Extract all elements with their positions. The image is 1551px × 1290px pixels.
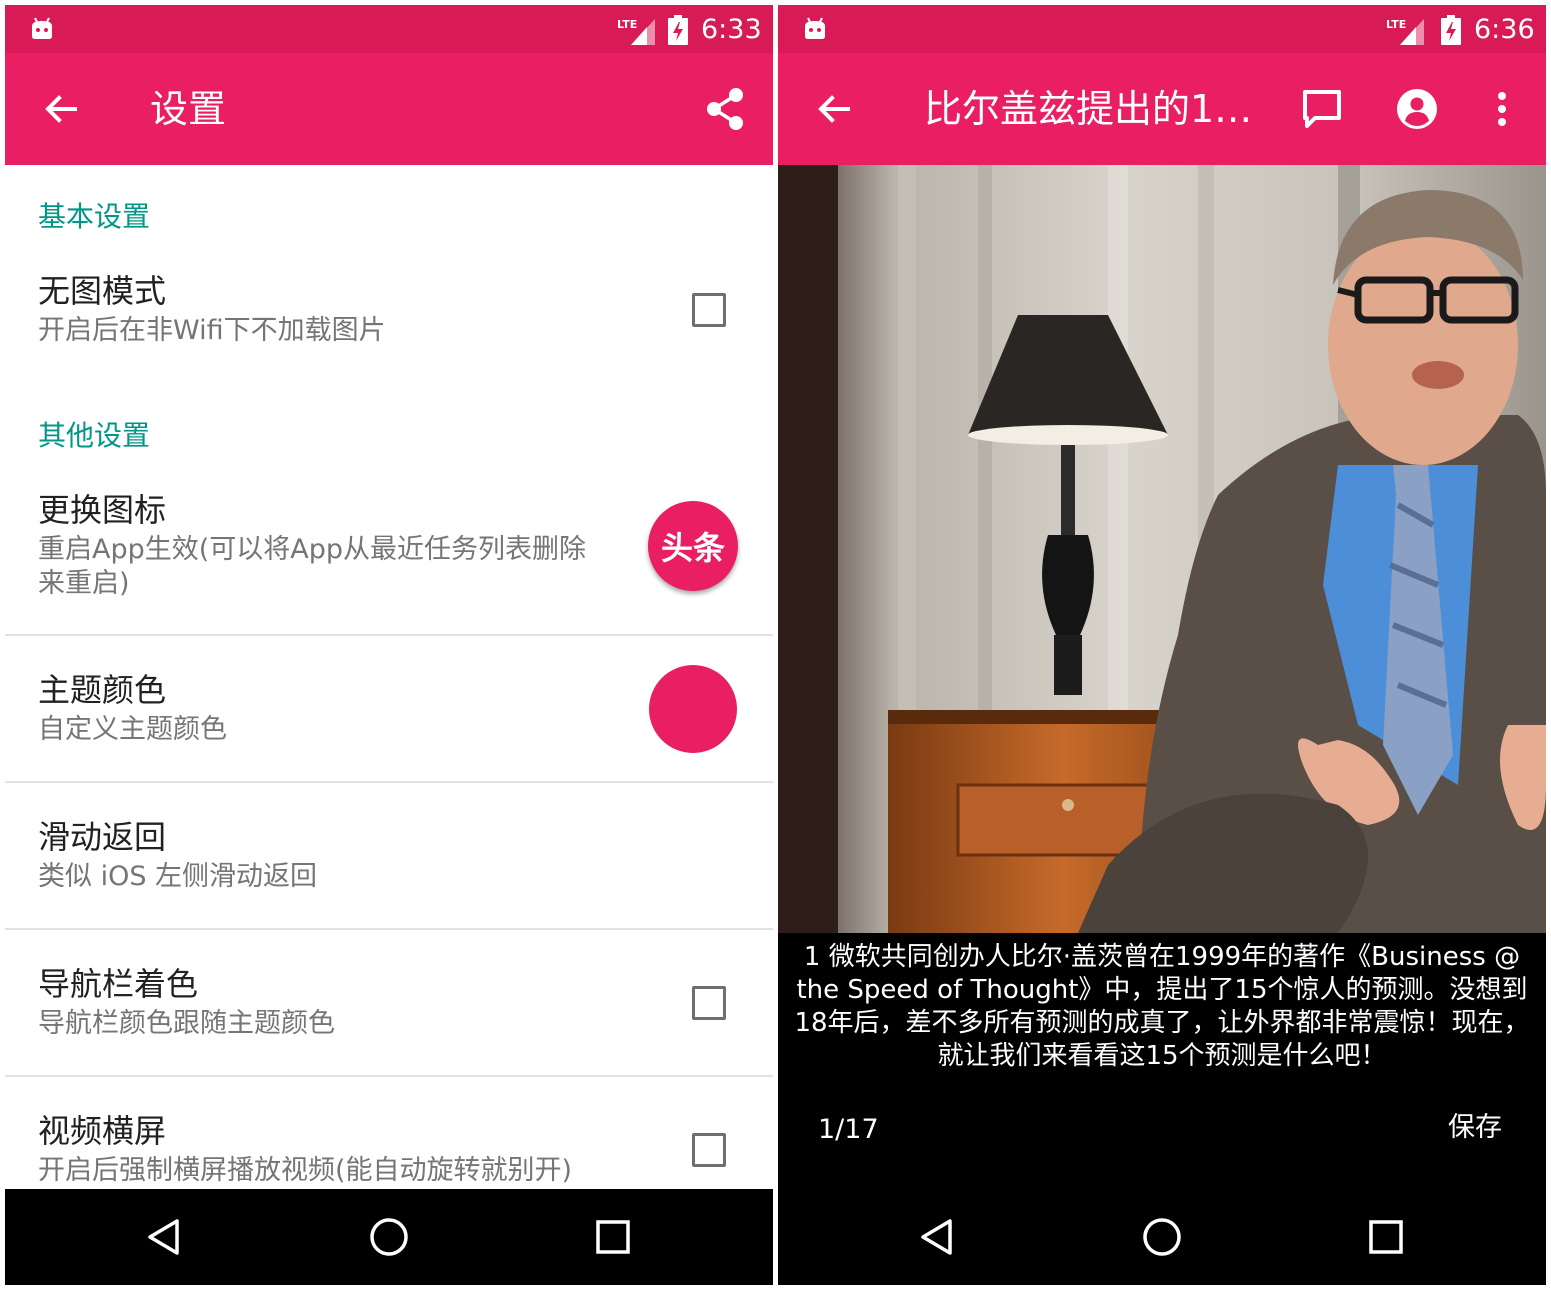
account-icon[interactable] bbox=[1393, 85, 1441, 133]
pref-summary: 类似 iOS 左侧滑动返回 bbox=[38, 861, 318, 892]
svg-text:LTE: LTE bbox=[617, 18, 637, 31]
recents-square-icon[interactable] bbox=[589, 1213, 637, 1261]
divider bbox=[5, 781, 773, 783]
home-circle-icon[interactable] bbox=[365, 1213, 413, 1261]
pref-title: 无图模式 bbox=[38, 272, 167, 310]
navigation-bar bbox=[778, 1189, 1546, 1285]
android-notification-icon bbox=[805, 17, 825, 39]
app-icon-preview[interactable]: 头条 bbox=[648, 501, 738, 591]
save-button[interactable]: 保存 bbox=[1448, 1111, 1502, 1145]
back-arrow-icon[interactable] bbox=[810, 85, 858, 133]
settings-screen: LTE 6:33 设置 基本设置 无图模式 开启后在非Wifi下不加载图片 其他… bbox=[5, 5, 773, 1285]
divider bbox=[5, 1075, 773, 1077]
pref-title: 滑动返回 bbox=[38, 818, 167, 856]
navigation-bar bbox=[5, 1189, 773, 1285]
divider bbox=[5, 634, 773, 636]
home-circle-icon[interactable] bbox=[1138, 1213, 1186, 1261]
pref-title: 视频横屏 bbox=[38, 1112, 167, 1150]
page-title: 设置 bbox=[150, 87, 227, 131]
article-title: 比尔盖兹提出的1… bbox=[924, 87, 1253, 131]
clock: 6:33 bbox=[701, 14, 762, 45]
no-image-checkbox[interactable] bbox=[692, 293, 726, 327]
battery-charging-icon bbox=[668, 15, 688, 45]
pref-summary: 重启App生效(可以将App从最近任务列表删除来重启) bbox=[38, 534, 587, 599]
pref-summary: 自定义主题颜色 bbox=[38, 714, 227, 745]
status-bar: LTE 6:36 bbox=[778, 5, 1546, 53]
pref-title: 主题颜色 bbox=[38, 671, 167, 709]
video-landscape-checkbox[interactable] bbox=[692, 1133, 726, 1167]
pref-title: 导航栏着色 bbox=[38, 965, 199, 1003]
comment-icon[interactable] bbox=[1298, 85, 1346, 133]
back-triangle-icon[interactable] bbox=[914, 1213, 962, 1261]
svg-text:LTE: LTE bbox=[1386, 18, 1406, 31]
image-viewer-screen: LTE 6:36 比尔盖兹提出的1… 1 微软共同创办人比尔·盖茨曾在1999年… bbox=[778, 5, 1546, 1285]
toolbar: 设置 bbox=[5, 53, 773, 165]
theme-color-swatch[interactable] bbox=[649, 665, 737, 753]
status-bar: LTE 6:33 bbox=[5, 5, 773, 53]
toolbar: 比尔盖兹提出的1… bbox=[778, 53, 1546, 165]
category-basic: 基本设置 bbox=[38, 200, 151, 233]
more-vert-icon[interactable] bbox=[1478, 85, 1526, 133]
category-other: 其他设置 bbox=[38, 419, 151, 452]
pref-summary: 开启后在非Wifi下不加载图片 bbox=[38, 315, 386, 346]
lte-signal-icon: LTE bbox=[617, 18, 655, 45]
settings-list: 基本设置 无图模式 开启后在非Wifi下不加载图片 其他设置 更换图标 重启Ap… bbox=[5, 165, 773, 1189]
recents-square-icon[interactable] bbox=[1362, 1213, 1410, 1261]
pref-title: 更换图标 bbox=[38, 491, 167, 529]
android-notification-icon bbox=[32, 17, 52, 39]
share-icon[interactable] bbox=[701, 85, 749, 133]
lte-signal-icon: LTE bbox=[1386, 18, 1424, 45]
clock: 6:36 bbox=[1474, 14, 1535, 45]
back-arrow-icon[interactable] bbox=[37, 85, 85, 133]
photo-illustration bbox=[778, 165, 1546, 933]
pref-summary: 开启后强制横屏播放视频(能自动旋转就别开) bbox=[38, 1155, 573, 1186]
page-indicator: 1/17 bbox=[818, 1114, 879, 1145]
image-caption: 1 微软共同创办人比尔·盖茨曾在1999年的著作《Business @ the … bbox=[794, 942, 1530, 1071]
battery-charging-icon bbox=[1441, 15, 1461, 45]
divider bbox=[5, 928, 773, 930]
article-photo[interactable] bbox=[778, 165, 1546, 933]
back-triangle-icon[interactable] bbox=[141, 1213, 189, 1261]
navbar-tint-checkbox[interactable] bbox=[692, 986, 726, 1020]
pref-summary: 导航栏颜色跟随主题颜色 bbox=[38, 1008, 335, 1039]
